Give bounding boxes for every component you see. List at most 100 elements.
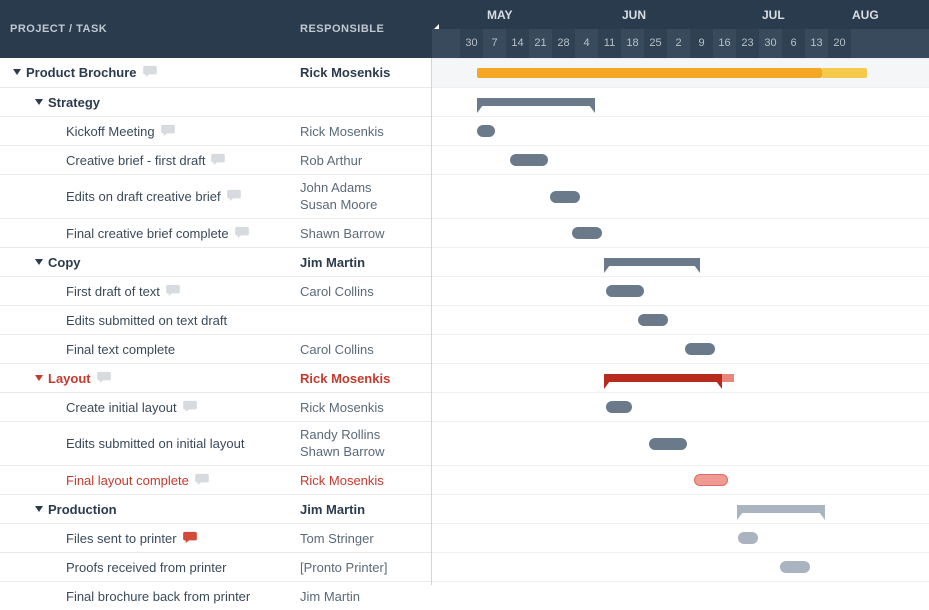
- responsible-label: Rick Mosenkis: [300, 65, 430, 80]
- toggle-icon[interactable]: [12, 65, 26, 80]
- gantt-bar[interactable]: [606, 285, 644, 297]
- day-cell: 6: [782, 29, 805, 58]
- task-row[interactable]: Strategy: [0, 87, 431, 116]
- day-cell: 13: [805, 29, 828, 58]
- day-cell: 14: [506, 29, 529, 58]
- gantt-bar[interactable]: [685, 343, 715, 355]
- day-cell: 2: [667, 29, 690, 58]
- gantt-bar[interactable]: [604, 258, 700, 266]
- chat-icon[interactable]: [183, 400, 197, 415]
- task-label: Strategy: [48, 95, 100, 110]
- responsible-label: Rick Mosenkis: [300, 473, 430, 488]
- gantt-row: [432, 465, 929, 494]
- gantt-row: [432, 174, 929, 218]
- chat-icon[interactable]: [97, 371, 111, 386]
- task-label: Final brochure back from printer: [66, 589, 250, 604]
- gantt-row: [432, 218, 929, 247]
- chat-icon[interactable]: [143, 65, 157, 80]
- gantt-row: [432, 392, 929, 421]
- gantt-row: [432, 58, 929, 87]
- task-label: First draft of text: [66, 284, 160, 299]
- task-row[interactable]: Creative brief - first draft Rob Arthur: [0, 145, 431, 174]
- gantt-bar[interactable]: [550, 191, 580, 203]
- task-row[interactable]: Kickoff MeetingRick Mosenkis: [0, 116, 431, 145]
- gantt-bar[interactable]: [606, 401, 632, 413]
- task-list: Product Brochure Rick Mosenkis Strategy Kic…: [0, 58, 431, 610]
- day-cell: 23: [736, 29, 759, 58]
- task-row[interactable]: First draft of text Carol Collins: [0, 276, 431, 305]
- gantt-bar[interactable]: [780, 561, 810, 573]
- gantt-bar[interactable]: [737, 505, 825, 513]
- responsible-label: Tom Stringer: [300, 531, 430, 546]
- task-label: Create initial layout: [66, 400, 177, 415]
- gantt-row: [432, 87, 929, 116]
- task-row[interactable]: CopyJim Martin: [0, 247, 431, 276]
- task-label: Edits on draft creative brief: [66, 189, 221, 204]
- task-row[interactable]: Edits submitted on initial layoutRandy R…: [0, 421, 431, 465]
- task-row[interactable]: ProductionJim Martin: [0, 494, 431, 523]
- task-row[interactable]: Final creative brief complete Shawn Barro…: [0, 218, 431, 247]
- responsible-label: John AdamsSusan Moore: [300, 180, 430, 214]
- gantt-chart[interactable]: [432, 58, 929, 585]
- gantt-bar[interactable]: [638, 314, 668, 326]
- gantt-bar[interactable]: [572, 227, 602, 239]
- day-cell: 7: [483, 29, 506, 58]
- responsible-label: [Pronto Printer]: [300, 560, 430, 575]
- gantt-row: [432, 523, 929, 552]
- gantt-row: [432, 421, 929, 465]
- task-row[interactable]: Final brochure back from printerJim Mart…: [0, 581, 431, 610]
- gantt-bar[interactable]: [477, 98, 595, 106]
- task-label: Creative brief - first draft: [66, 153, 205, 168]
- chat-icon[interactable]: [227, 189, 241, 204]
- days-row: 30714212841118252916233061320: [432, 29, 929, 58]
- task-label: Layout: [48, 371, 91, 386]
- gantt-bar[interactable]: [738, 532, 758, 544]
- responsible-label: Carol Collins: [300, 284, 430, 299]
- gantt-bar[interactable]: [477, 68, 822, 78]
- task-row[interactable]: Proofs received from printer [Pronto Prin…: [0, 552, 431, 581]
- gantt-row: [432, 145, 929, 174]
- responsible-label: Jim Martin: [300, 502, 430, 517]
- task-row[interactable]: Final text completeCarol Collins: [0, 334, 431, 363]
- left-header: PROJECT / TASK RESPONSIBLE: [0, 0, 432, 58]
- task-row[interactable]: Edits on draft creative brief John AdamsS…: [0, 174, 431, 218]
- task-row[interactable]: Edits submitted on text draft: [0, 305, 431, 334]
- day-cell: 4: [575, 29, 598, 58]
- chat-icon[interactable]: [183, 531, 197, 546]
- toggle-icon[interactable]: [34, 95, 48, 110]
- task-row[interactable]: Create initial layout Rick Mosenkis: [0, 392, 431, 421]
- day-cell: 20: [828, 29, 851, 58]
- responsible-label: Rick Mosenkis: [300, 400, 430, 415]
- day-cell: 18: [621, 29, 644, 58]
- gantt-bar[interactable]: [649, 438, 687, 450]
- task-label: Final creative brief complete: [66, 226, 229, 241]
- gantt-bar[interactable]: [604, 374, 722, 382]
- task-row[interactable]: LayoutRick Mosenkis: [0, 363, 431, 392]
- chat-icon[interactable]: [235, 226, 249, 241]
- months-row: MAYJUNJULAUG: [432, 0, 929, 29]
- responsible-label: Shawn Barrow: [300, 226, 430, 241]
- responsible-label: Rob Arthur: [300, 153, 430, 168]
- toggle-icon[interactable]: [34, 371, 48, 386]
- chat-icon[interactable]: [195, 473, 209, 488]
- task-label: Product Brochure: [26, 65, 137, 80]
- task-label: Copy: [48, 255, 81, 270]
- chat-icon[interactable]: [161, 124, 175, 139]
- chat-icon[interactable]: [211, 153, 225, 168]
- month-label: AUG: [852, 8, 879, 22]
- gantt-bar[interactable]: [694, 474, 728, 486]
- day-cell: 21: [529, 29, 552, 58]
- task-label: Proofs received from printer: [66, 560, 226, 575]
- task-label: Final text complete: [66, 342, 175, 357]
- task-row[interactable]: Files sent to printerTom Stringer: [0, 523, 431, 552]
- toggle-icon[interactable]: [34, 255, 48, 270]
- gantt-row: [432, 247, 929, 276]
- gantt-bar[interactable]: [510, 154, 548, 166]
- task-row[interactable]: Final layout completeRick Mosenkis: [0, 465, 431, 494]
- chat-icon[interactable]: [166, 284, 180, 299]
- responsible-label: Rick Mosenkis: [300, 124, 430, 139]
- gantt-bar[interactable]: [477, 125, 495, 137]
- toggle-icon[interactable]: [34, 502, 48, 517]
- gantt-row: [432, 116, 929, 145]
- task-row[interactable]: Product Brochure Rick Mosenkis: [0, 58, 431, 87]
